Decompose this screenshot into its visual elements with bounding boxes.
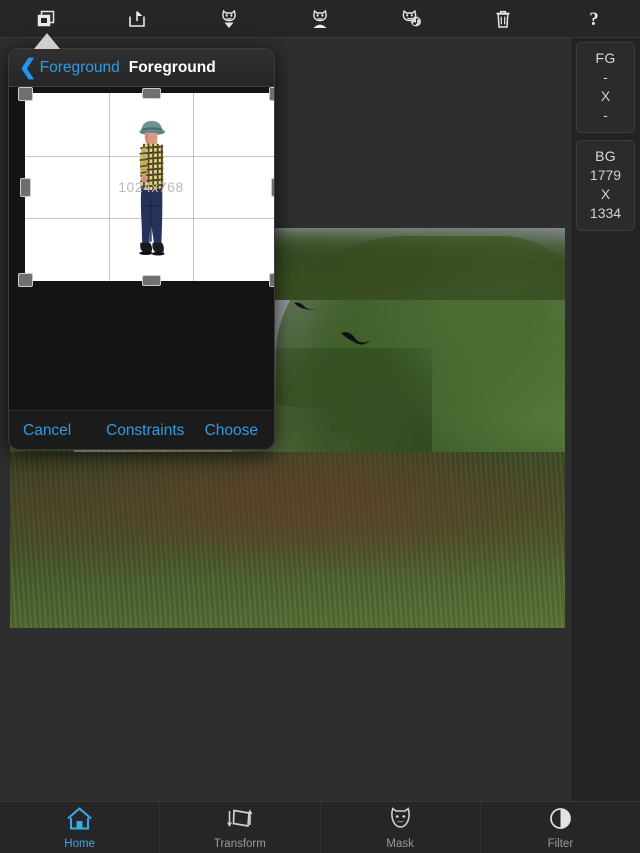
crop-handle-top-center[interactable]	[142, 88, 161, 99]
popover-arrow-icon	[34, 33, 60, 49]
cancel-button[interactable]: Cancel	[23, 422, 71, 440]
tab-home-label: Home	[64, 837, 95, 850]
crop-handle-bottom-center[interactable]	[142, 275, 161, 286]
fg-card-title: FG	[595, 50, 616, 66]
transform-icon	[226, 806, 253, 836]
tab-mask-label: Mask	[386, 837, 414, 850]
crop-handle-top-right[interactable]	[269, 87, 274, 101]
tab-filter-label: Filter	[547, 837, 574, 850]
bg-size-card[interactable]: BG 1779 X 1334	[576, 140, 635, 231]
fg-card-width: -	[603, 69, 608, 85]
bg-card-title: BG	[595, 148, 616, 164]
crop-handle-top-left[interactable]	[18, 87, 33, 101]
foreground-subject-person	[133, 104, 173, 262]
fg-size-card[interactable]: FG - X -	[576, 42, 635, 133]
bg-card-width: 1779	[589, 167, 622, 183]
crop-handle-bottom-left[interactable]	[18, 273, 33, 287]
tab-mask[interactable]: Mask	[321, 802, 481, 853]
popover-title: Foreground	[128, 58, 216, 76]
constraints-button[interactable]: Constraints	[106, 422, 184, 440]
popover-footer: Cancel Constraints Choose	[9, 410, 274, 449]
crop-tool[interactable]: 1024x768	[18, 87, 274, 287]
svg-text:?: ?	[589, 9, 599, 30]
fg-card-separator: X	[600, 88, 611, 104]
trash-icon[interactable]	[457, 0, 548, 38]
bg-card-separator: X	[600, 186, 611, 202]
popover-body: 1024x768	[9, 87, 274, 410]
tab-filter[interactable]: Filter	[481, 802, 640, 853]
mask-person-icon[interactable]	[274, 0, 365, 38]
bg-card-height: 1334	[589, 205, 622, 221]
mask-icon	[387, 806, 414, 836]
bottom-tab-bar: Home Transform Mask Filter	[0, 801, 640, 853]
app-root: ? FG - X - BG 1779 X 1334 ❮ Foreground F…	[0, 0, 640, 853]
popover-back-button[interactable]: ❮ Foreground	[19, 57, 120, 78]
layers-duplicate-icon[interactable]	[0, 0, 91, 38]
photo-overgrown-field	[10, 452, 565, 628]
crop-handle-bottom-right[interactable]	[269, 273, 274, 287]
tab-home[interactable]: Home	[0, 802, 161, 853]
tab-transform[interactable]: Transform	[160, 802, 321, 853]
foreground-popover: ❮ Foreground Foreground 1024x768 Cancel …	[8, 48, 275, 450]
crop-handle-middle-left[interactable]	[20, 178, 31, 197]
tab-transform-label: Transform	[213, 837, 266, 850]
crop-handle-middle-right[interactable]	[271, 178, 274, 197]
share-icon[interactable]	[91, 0, 182, 38]
right-sidebar: FG - X - BG 1779 X 1334	[570, 38, 640, 801]
help-icon[interactable]: ?	[549, 0, 640, 38]
popover-header: ❮ Foreground Foreground	[9, 49, 274, 87]
choose-button[interactable]: Choose	[205, 422, 258, 440]
filter-contrast-icon	[547, 806, 574, 836]
mask-import-icon[interactable]	[183, 0, 274, 38]
mask-music-icon[interactable]	[366, 0, 457, 38]
fg-card-height: -	[603, 107, 608, 123]
home-icon	[66, 806, 93, 836]
top-toolbar: ?	[0, 0, 640, 38]
chevron-left-icon: ❮	[19, 56, 37, 79]
crop-box[interactable]: 1024x768	[25, 93, 274, 281]
popover-back-label: Foreground	[39, 58, 120, 76]
